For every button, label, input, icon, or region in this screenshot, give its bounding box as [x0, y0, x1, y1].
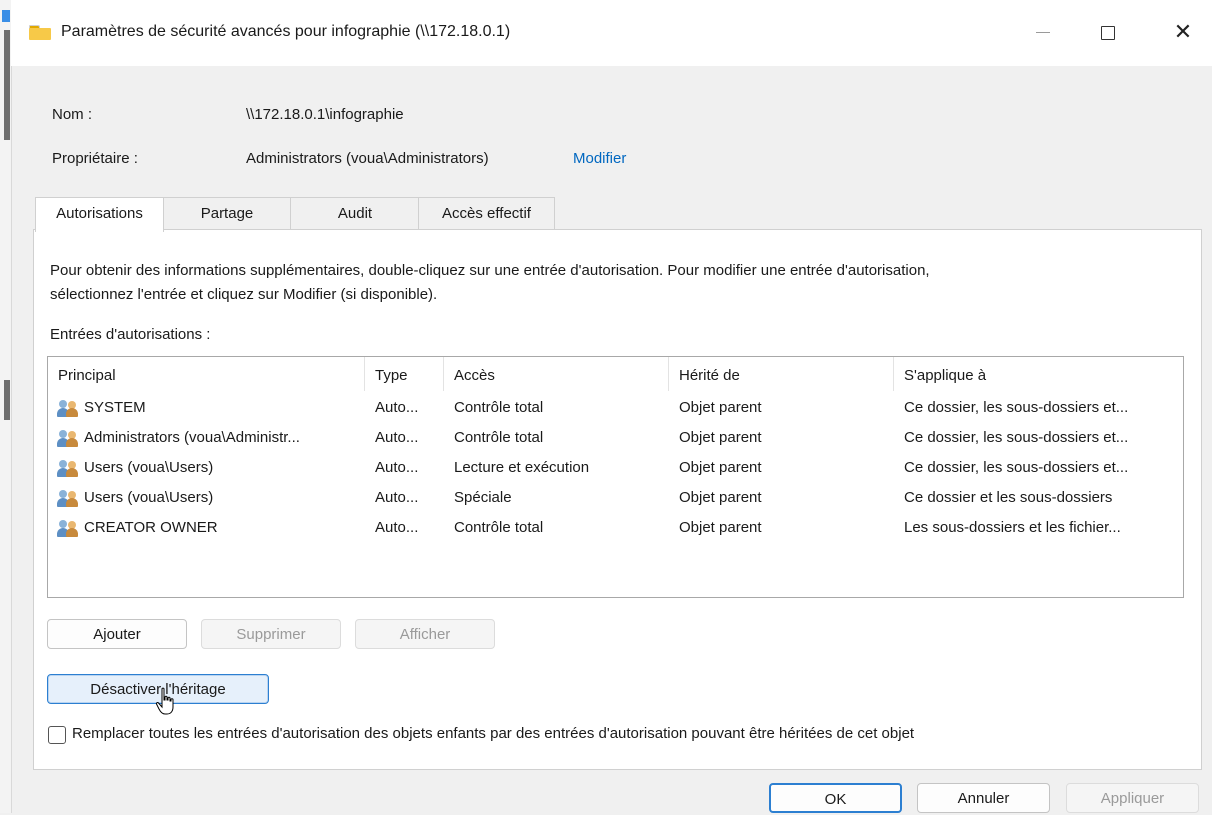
cell-inherited: Objet parent	[679, 489, 762, 506]
background-window-strip	[0, 0, 12, 813]
add-button[interactable]: Ajouter	[47, 619, 187, 649]
name-label: Nom :	[52, 106, 93, 123]
cell-inherited: Objet parent	[679, 519, 762, 536]
cell-type: Auto...	[375, 459, 419, 476]
cell-inherited: Objet parent	[679, 459, 762, 476]
name-value: \\172.18.0.1\infographie	[246, 106, 404, 123]
cell-access: Lecture et exécution	[454, 459, 590, 476]
owner-label: Propriétaire :	[52, 150, 138, 167]
remove-button[interactable]: Supprimer	[201, 619, 341, 649]
hand-cursor-icon	[155, 687, 174, 715]
column-divider[interactable]	[893, 357, 894, 391]
minimize-button[interactable]	[1021, 12, 1065, 52]
column-header-principal[interactable]: Principal	[58, 367, 116, 384]
tab-autorisations[interactable]: Autorisations	[35, 197, 164, 232]
column-divider[interactable]	[443, 357, 444, 391]
column-header-access[interactable]: Accès	[454, 367, 495, 384]
table-row[interactable]: Users (voua\Users) Auto... Lecture et ex…	[48, 455, 1181, 485]
cell-principal: Users (voua\Users)	[84, 459, 214, 476]
user-group-icon	[57, 400, 79, 417]
cell-type: Auto...	[375, 489, 419, 506]
user-group-icon	[57, 490, 79, 507]
table-row[interactable]: CREATOR OWNER Auto... Contrôle total Obj…	[48, 515, 1181, 545]
cell-type: Auto...	[375, 399, 419, 416]
column-header-type[interactable]: Type	[375, 367, 408, 384]
maximize-icon	[1101, 25, 1115, 40]
cell-principal: CREATOR OWNER	[84, 519, 218, 536]
cell-applies: Ce dossier, les sous-dossiers et...	[904, 429, 1129, 446]
cell-access: Contrôle total	[454, 519, 544, 536]
window-title: Paramètres de sécurité avancés pour info…	[61, 23, 511, 40]
table-row[interactable]: SYSTEM Auto... Contrôle total Objet pare…	[48, 395, 1181, 425]
cell-applies: Les sous-dossiers et les fichier...	[904, 519, 1121, 536]
column-divider[interactable]	[668, 357, 669, 391]
info-text-line1: Pour obtenir des informations supplément…	[50, 262, 930, 279]
change-owner-link[interactable]: Modifier	[573, 150, 626, 167]
replace-child-permissions-label[interactable]: Remplacer toutes les entrées d'autorisat…	[72, 725, 914, 742]
column-divider[interactable]	[364, 357, 365, 391]
cell-type: Auto...	[375, 519, 419, 536]
tab-partage[interactable]: Partage	[162, 197, 292, 230]
permission-entries-list[interactable]: Principal Type Accès Hérité de S'appliqu…	[47, 356, 1184, 598]
user-group-icon	[57, 520, 79, 537]
cell-type: Auto...	[375, 429, 419, 446]
replace-child-permissions-checkbox[interactable]	[48, 726, 66, 744]
cell-principal: Administrators (voua\Administr...	[84, 429, 300, 446]
tab-audit[interactable]: Audit	[290, 197, 420, 230]
cell-inherited: Objet parent	[679, 429, 762, 446]
cell-principal: SYSTEM	[84, 399, 146, 416]
maximize-button[interactable]	[1086, 12, 1130, 52]
background-scrollbar	[4, 30, 10, 140]
title-bar: Paramètres de sécurité avancés pour info…	[11, 0, 1212, 66]
permission-entries-label: Entrées d'autorisations :	[50, 326, 211, 343]
cell-applies: Ce dossier et les sous-dossiers	[904, 489, 1113, 506]
owner-value: Administrators (voua\Administrators)	[246, 150, 489, 167]
close-icon: ✕	[1173, 19, 1193, 44]
user-group-icon	[57, 430, 79, 447]
cell-access: Contrôle total	[454, 429, 544, 446]
table-row[interactable]: Administrators (voua\Administr... Auto..…	[48, 425, 1181, 455]
column-header-applies[interactable]: S'applique à	[904, 367, 986, 384]
info-text-line2: sélectionnez l'entrée et cliquez sur Mod…	[50, 286, 438, 303]
ok-button[interactable]: OK	[769, 783, 902, 813]
apply-button[interactable]: Appliquer	[1066, 783, 1199, 813]
background-scrollbar-thumb	[4, 380, 10, 420]
cell-principal: Users (voua\Users)	[84, 489, 214, 506]
table-row[interactable]: Users (voua\Users) Auto... Spéciale Obje…	[48, 485, 1181, 515]
tab-acces-effectif[interactable]: Accès effectif	[418, 197, 555, 230]
minimize-icon	[1036, 32, 1050, 34]
folder-icon	[29, 25, 51, 40]
user-group-icon	[57, 460, 79, 477]
cell-access: Spéciale	[454, 489, 512, 506]
cell-applies: Ce dossier, les sous-dossiers et...	[904, 459, 1129, 476]
column-header-inherited[interactable]: Hérité de	[679, 367, 740, 384]
cancel-button[interactable]: Annuler	[917, 783, 1050, 813]
cell-access: Contrôle total	[454, 399, 544, 416]
background-window-icon	[2, 10, 10, 22]
view-button[interactable]: Afficher	[355, 619, 495, 649]
cell-inherited: Objet parent	[679, 399, 762, 416]
cell-applies: Ce dossier, les sous-dossiers et...	[904, 399, 1129, 416]
close-button[interactable]: ✕	[1161, 12, 1205, 52]
